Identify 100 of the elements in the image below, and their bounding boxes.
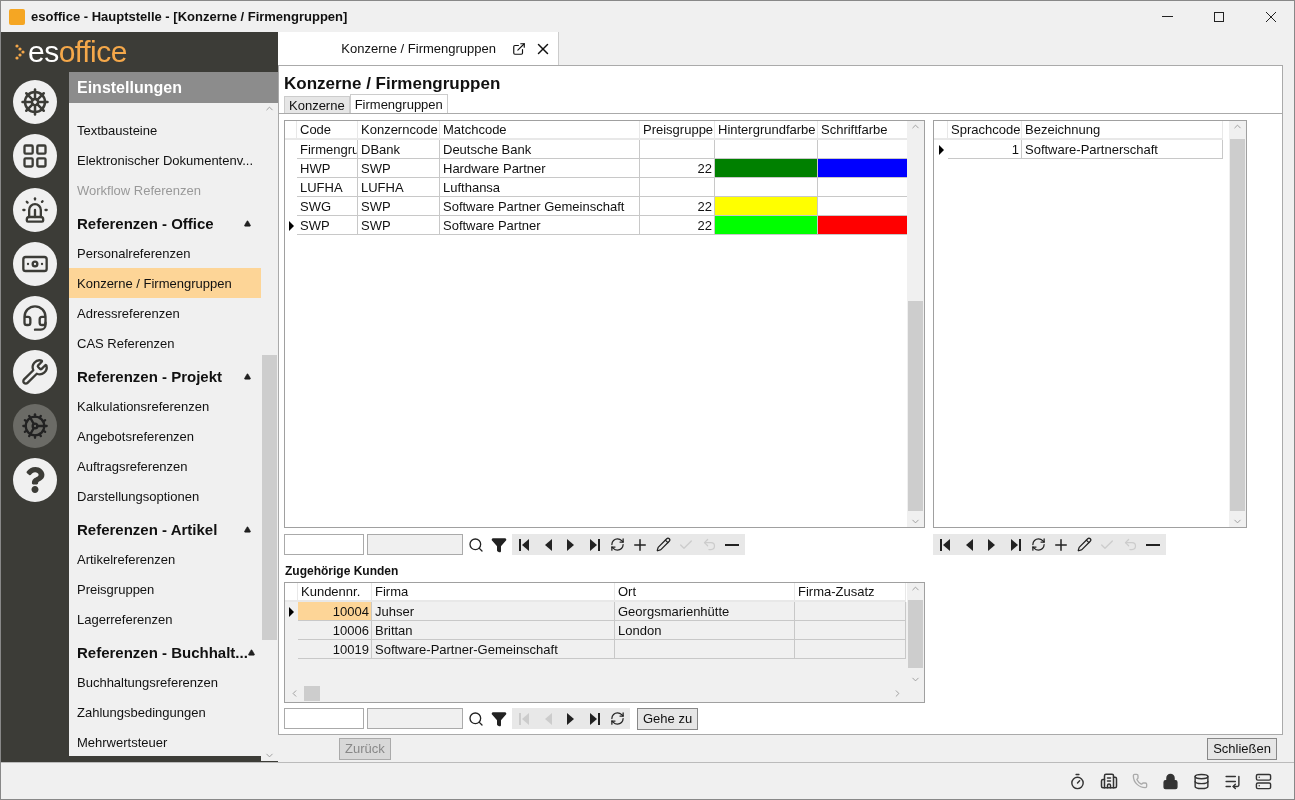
minus-icon [725, 543, 739, 546]
module-button[interactable] [13, 242, 57, 286]
tab[interactable]: Konzerne [284, 96, 350, 113]
tab[interactable]: Firmengruppen [349, 94, 448, 113]
collapse-icon[interactable] [244, 220, 251, 227]
table-cell: LUFHA [358, 178, 440, 197]
menu-item[interactable]: Konzerne / Firmengruppen [69, 268, 261, 298]
menu-item[interactable]: Elektronischer Dokumentenv... [69, 145, 261, 175]
vertical-scrollbar[interactable] [1229, 121, 1246, 527]
menu-title: Einstellungen [69, 72, 278, 103]
column-header[interactable]: Code [297, 121, 358, 140]
section-title: Zugehörige Kunden [285, 564, 400, 578]
scrollbar-thumb[interactable] [1230, 139, 1245, 511]
menu-item[interactable]: Kalkulationsreferenzen [69, 391, 261, 421]
goto-button[interactable]: Gehe zu [637, 707, 699, 730]
collapse-icon[interactable] [247, 649, 255, 656]
database-icon[interactable] [1193, 772, 1210, 790]
menu-section-header[interactable]: Referenzen - Projekt [77, 368, 223, 385]
search-field[interactable] [284, 708, 364, 729]
maximize-icon [1214, 11, 1224, 22]
menu-item[interactable]: Zahlungsbedingungen [69, 697, 261, 727]
module-button[interactable] [13, 80, 57, 124]
pop-out-icon[interactable] [512, 41, 526, 56]
last-record-icon [588, 537, 600, 552]
server-icon[interactable] [1255, 772, 1272, 790]
collapse-icon[interactable] [244, 373, 251, 380]
vertical-scrollbar[interactable] [261, 103, 278, 761]
menu-section-header[interactable]: Referenzen - Buchhalt... [77, 644, 248, 661]
menu-item[interactable]: Artikelreferenzen [69, 544, 261, 574]
first-record-icon [519, 711, 531, 726]
stopwatch-icon[interactable] [1069, 772, 1086, 790]
vertical-scrollbar[interactable] [907, 121, 924, 527]
column-header[interactable]: Ort [615, 583, 795, 602]
headset-icon [21, 304, 49, 332]
scrollbar-thumb[interactable] [304, 686, 320, 701]
close-dialog-button[interactable]: Schließen [1207, 737, 1277, 760]
menu-item[interactable]: Darstellungsoptionen [69, 481, 261, 511]
collapse-icon[interactable] [244, 526, 251, 533]
menu-section-header[interactable]: Referenzen - Office [77, 215, 214, 232]
search-field[interactable] [367, 534, 463, 555]
minimize-icon [1161, 16, 1173, 17]
last-record-icon [1009, 537, 1021, 552]
column-header[interactable]: Kundennr. [298, 583, 372, 602]
pencil-icon [1076, 537, 1092, 552]
close-icon [1266, 11, 1276, 22]
document-tab[interactable]: Konzerne / Firmengruppen [278, 32, 559, 65]
menu-item[interactable]: Personalreferenzen [69, 238, 261, 268]
menu-item[interactable]: Mehrwertsteuer [69, 727, 261, 756]
search-field[interactable] [367, 708, 463, 729]
column-header[interactable]: Konzerncode [358, 121, 440, 140]
undo-icon [1122, 537, 1138, 552]
column-header[interactable]: Firma-Zusatz [795, 583, 906, 602]
menu-item[interactable]: Adressreferenzen [69, 298, 261, 328]
column-header[interactable]: Matchcode [440, 121, 640, 140]
lock-icon[interactable] [1162, 772, 1179, 790]
menu-item[interactable]: Lagerreferenzen [69, 604, 261, 634]
table-cell: SWP [358, 197, 440, 216]
menu-item[interactable]: Textbausteine [69, 115, 261, 145]
refresh-icon [1030, 537, 1046, 552]
logo: esoffice [28, 37, 127, 67]
pencil-icon [655, 537, 671, 552]
siren-icon [21, 196, 49, 224]
module-button[interactable] [13, 296, 57, 340]
table-cell: 10006 [298, 621, 372, 640]
menu-item[interactable]: CAS Referenzen [69, 328, 261, 358]
module-button[interactable] [13, 188, 57, 232]
column-header[interactable]: Sprachcode [948, 121, 1022, 140]
table-cell: Hardware Partner [440, 159, 640, 178]
menu-item[interactable]: Preisgruppen [69, 574, 261, 604]
table-cell: Software Partner Gemeinschaft [440, 197, 640, 216]
scrollbar-thumb[interactable] [908, 301, 923, 511]
column-header[interactable]: Firma [372, 583, 615, 602]
current-row-icon [938, 144, 944, 155]
module-button[interactable] [13, 134, 57, 178]
column-header[interactable]: Bezeichnung [1022, 121, 1223, 140]
table-cell: SWP [358, 159, 440, 178]
first-record-icon [940, 537, 952, 552]
column-header[interactable]: Hintergrundfarbe [715, 121, 818, 140]
table-cell: SWP [297, 216, 358, 235]
first-record-icon [519, 537, 531, 552]
menu-item[interactable]: Auftragsreferenzen [69, 451, 261, 481]
scrollbar-thumb[interactable] [262, 355, 277, 640]
table-cell: 1 [948, 140, 1022, 159]
building-icon[interactable] [1100, 772, 1118, 790]
grid-icon [21, 142, 49, 170]
window-title: esoffice - Hauptstelle - [Konzerne / Firmengruppen] [31, 9, 349, 24]
menu-item[interactable]: Angebotsreferenzen [69, 421, 261, 451]
scrollbar-thumb[interactable] [908, 600, 923, 668]
search-field[interactable] [284, 534, 364, 555]
menu-item[interactable]: Buchhaltungsreferenzen [69, 667, 261, 697]
menu-section-header[interactable]: Referenzen - Artikel [77, 521, 218, 538]
undo-icon [701, 537, 717, 552]
table-cell: Software-Partner-Gemeinschaft [372, 640, 615, 659]
table-cell: Software-Partnerschaft [1022, 140, 1223, 159]
table-cell: Lufthansa [440, 178, 640, 197]
module-button[interactable] [13, 350, 57, 394]
module-button[interactable] [13, 458, 57, 502]
search-icon [468, 710, 484, 727]
refresh-icon [609, 711, 625, 726]
column-header[interactable]: Preisgruppe [640, 121, 715, 140]
